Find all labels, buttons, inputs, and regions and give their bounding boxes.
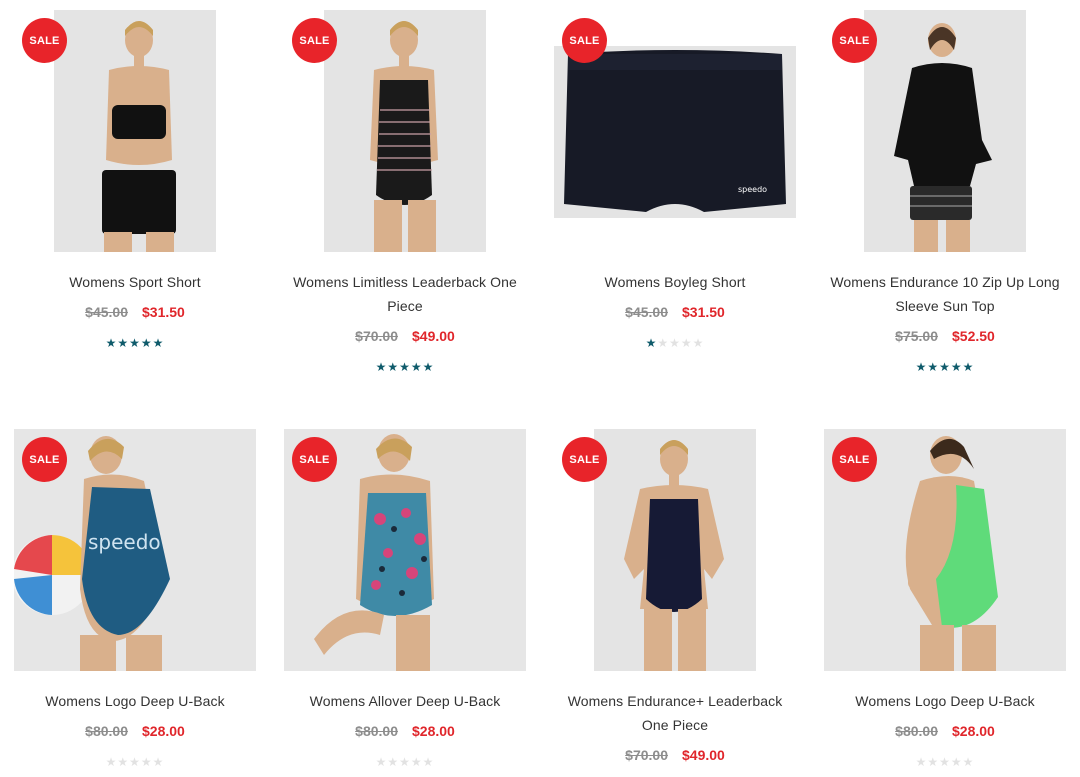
original-price: $45.00 xyxy=(625,304,668,320)
sale-badge: SALE xyxy=(292,437,337,482)
product-image-link[interactable]: SALE xyxy=(284,429,526,671)
star-empty-icon: ★ xyxy=(422,755,435,769)
product-photo xyxy=(324,10,486,252)
star-rating: ★★★★★ xyxy=(284,755,526,769)
product-image-link[interactable]: speedo SALE xyxy=(554,10,796,252)
star-rating: ★★★★★ xyxy=(824,755,1066,769)
product-photo: speedo xyxy=(554,46,796,218)
star-filled-icon: ★ xyxy=(950,360,963,374)
original-price: $80.00 xyxy=(355,723,398,739)
star-empty-icon: ★ xyxy=(387,755,400,769)
original-price: $75.00 xyxy=(895,328,938,344)
sale-price: $31.50 xyxy=(682,304,725,320)
star-filled-icon: ★ xyxy=(915,360,928,374)
product-prices: $45.00 $31.50 xyxy=(554,304,796,320)
star-rating: ★★★★★ xyxy=(284,360,526,374)
product-image-link[interactable]: SALE xyxy=(284,10,526,252)
star-empty-icon: ★ xyxy=(692,336,705,350)
star-filled-icon: ★ xyxy=(140,336,153,350)
star-empty-icon: ★ xyxy=(939,755,951,769)
star-empty-icon: ★ xyxy=(950,755,963,769)
star-empty-icon: ★ xyxy=(140,755,153,769)
sale-price: $49.00 xyxy=(682,747,725,763)
sale-badge: SALE xyxy=(562,437,607,482)
star-filled-icon: ★ xyxy=(399,360,411,374)
sale-price: $49.00 xyxy=(412,328,455,344)
sale-price: $28.00 xyxy=(952,723,995,739)
star-empty-icon: ★ xyxy=(962,755,975,769)
product-prices: $80.00 $28.00 xyxy=(14,723,256,739)
star-empty-icon: ★ xyxy=(129,755,141,769)
product-title[interactable]: Womens Endurance+ Leaderback One Piece xyxy=(554,689,796,737)
sale-badge: SALE xyxy=(832,18,877,63)
sale-badge: SALE xyxy=(832,437,877,482)
star-rating: ★★★★★ xyxy=(14,336,256,350)
product-prices: $80.00 $28.00 xyxy=(824,723,1066,739)
product-image-link[interactable]: SALE xyxy=(824,429,1066,671)
product-image-link[interactable]: speedo SALE xyxy=(14,429,256,671)
star-empty-icon: ★ xyxy=(669,336,681,350)
star-rating: ★★★★★ xyxy=(824,360,1066,374)
star-empty-icon: ★ xyxy=(105,755,118,769)
sale-badge: SALE xyxy=(562,18,607,63)
star-filled-icon: ★ xyxy=(152,336,165,350)
original-price: $70.00 xyxy=(625,747,668,763)
sale-price: $28.00 xyxy=(142,723,185,739)
star-empty-icon: ★ xyxy=(117,755,130,769)
star-filled-icon: ★ xyxy=(927,360,940,374)
sale-price: $31.50 xyxy=(142,304,185,320)
product-photo xyxy=(594,429,756,671)
original-price: $45.00 xyxy=(85,304,128,320)
product-title[interactable]: Womens Boyleg Short xyxy=(554,270,796,294)
sale-price: $28.00 xyxy=(412,723,455,739)
star-empty-icon: ★ xyxy=(410,755,423,769)
star-filled-icon: ★ xyxy=(410,360,423,374)
product-prices: $70.00 $49.00 xyxy=(284,328,526,344)
product-photo xyxy=(864,10,1026,252)
product-title[interactable]: Womens Sport Short xyxy=(14,270,256,294)
original-price: $80.00 xyxy=(85,723,128,739)
star-filled-icon: ★ xyxy=(387,360,400,374)
product-image-link[interactable]: SALE xyxy=(14,10,256,252)
original-price: $70.00 xyxy=(355,328,398,344)
product-image-link[interactable]: SALE xyxy=(824,10,1066,252)
star-filled-icon: ★ xyxy=(375,360,388,374)
sale-price: $52.50 xyxy=(952,328,995,344)
svg-text:speedo: speedo xyxy=(738,185,767,194)
product-photo xyxy=(54,10,216,252)
star-rating: ★★★★★ xyxy=(554,336,796,350)
product-prices: $80.00 $28.00 xyxy=(284,723,526,739)
star-empty-icon: ★ xyxy=(375,755,388,769)
product-prices: $75.00 $52.50 xyxy=(824,328,1066,344)
sale-badge: SALE xyxy=(22,437,67,482)
product-title[interactable]: Womens Endurance 10 Zip Up Long Sleeve S… xyxy=(824,270,1066,318)
star-filled-icon: ★ xyxy=(939,360,951,374)
svg-text:speedo: speedo xyxy=(88,530,161,554)
original-price: $80.00 xyxy=(895,723,938,739)
product-prices: $70.00 $49.00 xyxy=(554,747,796,763)
product-title[interactable]: Womens Logo Deep U-Back xyxy=(14,689,256,713)
product-title[interactable]: Womens Limitless Leaderback One Piece xyxy=(284,270,526,318)
product-title[interactable]: Womens Allover Deep U-Back xyxy=(284,689,526,713)
star-empty-icon: ★ xyxy=(152,755,165,769)
sale-badge: SALE xyxy=(292,18,337,63)
star-filled-icon: ★ xyxy=(962,360,975,374)
star-filled-icon: ★ xyxy=(645,336,658,350)
star-empty-icon: ★ xyxy=(399,755,411,769)
star-rating: ★★★★★ xyxy=(14,755,256,769)
star-filled-icon: ★ xyxy=(105,336,118,350)
product-title[interactable]: Womens Logo Deep U-Back xyxy=(824,689,1066,713)
star-filled-icon: ★ xyxy=(129,336,141,350)
star-filled-icon: ★ xyxy=(422,360,435,374)
star-empty-icon: ★ xyxy=(915,755,928,769)
product-prices: $45.00 $31.50 xyxy=(14,304,256,320)
product-image-link[interactable]: SALE xyxy=(554,429,796,671)
star-empty-icon: ★ xyxy=(657,336,670,350)
star-empty-icon: ★ xyxy=(680,336,693,350)
star-empty-icon: ★ xyxy=(927,755,940,769)
star-filled-icon: ★ xyxy=(117,336,130,350)
sale-badge: SALE xyxy=(22,18,67,63)
